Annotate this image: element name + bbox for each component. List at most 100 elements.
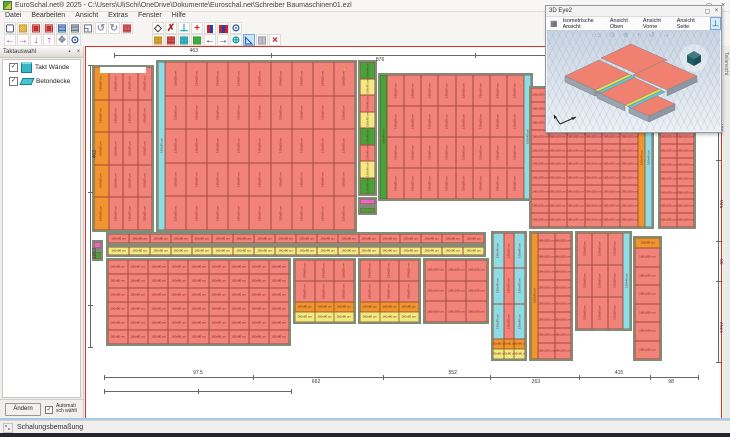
formwork-panel[interactable]: 150x50 cm xyxy=(387,75,404,106)
filler-strip-green[interactable]: 160x40 cm xyxy=(380,75,387,199)
takt-item-1[interactable]: ✓Takt Wände xyxy=(3,60,80,74)
formwork-panel[interactable]: 150x50 cm xyxy=(207,163,228,197)
formwork-panel[interactable]: 160x80 cm xyxy=(233,234,254,243)
formwork-panel[interactable]: 150x50 cm xyxy=(334,281,354,302)
formwork-panel[interactable]: 150x50 cm xyxy=(138,197,153,230)
formwork-panel[interactable]: 160x80 cm xyxy=(94,165,109,198)
formwork-panel[interactable]: 150x50 cm xyxy=(504,268,515,303)
formwork-panel[interactable]: 160x80 cm xyxy=(168,302,188,316)
formwork-panel[interactable]: 160x160 cm xyxy=(602,199,620,213)
formwork-panel[interactable]: 160x80 cm xyxy=(275,247,296,255)
formwork-panel[interactable]: 150x50 cm xyxy=(249,163,270,197)
formwork-panel[interactable]: 150x50 cm xyxy=(123,165,138,198)
formwork-panel[interactable]: 160x160 cm xyxy=(620,157,638,171)
formwork-panel[interactable]: 160x80 cm xyxy=(399,302,419,312)
formwork-panel[interactable]: 160x160 cm xyxy=(567,185,585,199)
formwork-panel[interactable]: 160x80 cm xyxy=(148,260,168,274)
formwork-panel[interactable]: 150x50 cm xyxy=(380,281,400,302)
formwork-panel[interactable]: 160x160 cm xyxy=(660,144,677,158)
formwork-panel[interactable]: 160x80 cm xyxy=(514,339,525,349)
formwork-panel[interactable]: 160x80 cm xyxy=(108,260,128,274)
formwork-panel[interactable]: 160x80 cm xyxy=(442,234,463,243)
formwork-panel[interactable]: 160x160 cm xyxy=(660,158,677,172)
formwork-panel[interactable]: 150x50 cm xyxy=(577,297,592,329)
formwork-panel[interactable]: 160x160 cm xyxy=(538,249,555,265)
formwork-panel[interactable]: 160x160 cm xyxy=(677,186,694,200)
formwork-panel[interactable]: 160x80 cm xyxy=(150,234,171,243)
formwork-panel[interactable]: 160x80 cm xyxy=(493,349,504,359)
formwork-panel[interactable]: 160x80 cm xyxy=(128,274,148,288)
formwork-panel[interactable]: 160x40 cm xyxy=(360,112,375,129)
3d-layers-icon[interactable]: ▦ xyxy=(121,22,133,34)
menu-extras[interactable]: Extras xyxy=(103,12,133,21)
formwork-panel[interactable]: 160x80 cm xyxy=(229,330,249,344)
formwork-panel[interactable]: 160x80 cm xyxy=(380,234,401,243)
3d-eye-maximize-button[interactable]: ▢ xyxy=(703,8,712,15)
formwork-panel[interactable]: 160x80 cm xyxy=(493,339,504,349)
formwork-panel[interactable]: 160x160 cm xyxy=(555,328,572,344)
formwork-panel[interactable]: 160x160 cm xyxy=(660,199,677,213)
formwork-panel[interactable]: 160x160 cm xyxy=(531,199,549,213)
formwork-panel[interactable]: 160x40 cm xyxy=(360,161,375,178)
formwork-panel[interactable]: 160x160 cm xyxy=(555,249,572,265)
formwork-panel[interactable]: 150x50 cm xyxy=(313,163,334,197)
viewports-icon[interactable]: ▦ xyxy=(550,19,558,28)
formwork-panel[interactable]: 160x80 cm xyxy=(188,260,208,274)
formwork-panel[interactable]: 150x50 cm xyxy=(109,197,124,230)
view-link-3[interactable]: Ansicht Vorne xyxy=(643,18,671,30)
formwork-panel[interactable]: 150x50 cm xyxy=(473,106,490,137)
formwork-panel[interactable]: 160x40 cm xyxy=(360,178,375,195)
formwork-panel[interactable]: 150x50 cm xyxy=(438,75,455,106)
formwork-panel[interactable]: 150x50 cm xyxy=(249,96,270,130)
formwork-panel[interactable]: 160x160 cm xyxy=(531,213,549,227)
save-icon[interactable]: ▣ xyxy=(30,22,42,34)
filler-strip-cyan[interactable]: 160x40 cm xyxy=(158,62,165,230)
formwork-panel[interactable]: 160x160 cm xyxy=(677,158,694,172)
formwork-panel[interactable]: 160x160 cm xyxy=(585,213,603,227)
formwork-panel[interactable]: 150x50 cm xyxy=(186,163,207,197)
delete-icon[interactable]: × xyxy=(269,34,281,46)
formwork-panel[interactable]: 160x80 cm xyxy=(188,316,208,330)
formwork-panel[interactable]: 150x50 cm xyxy=(109,165,124,198)
formwork-panel[interactable]: 150x50 cm xyxy=(380,260,400,281)
field-magenta-1[interactable] xyxy=(358,197,377,206)
formwork-panel[interactable]: 160x80 cm xyxy=(209,330,229,344)
formwork-panel[interactable] xyxy=(360,208,375,213)
formwork-panel[interactable]: 160x160 cm xyxy=(620,199,638,213)
formwork-panel[interactable]: 150x50 cm xyxy=(577,233,592,265)
field-s4[interactable]: 150x40 cm150x50 cm150x40 cm150x40 cm150x… xyxy=(491,231,527,361)
formwork-panel[interactable]: 160x80 cm xyxy=(400,247,421,255)
formwork-panel[interactable]: 160x80 cm xyxy=(192,247,213,255)
formwork-panel[interactable]: 150x50 cm xyxy=(404,137,421,168)
formwork-panel[interactable]: 160x80 cm xyxy=(421,234,442,243)
menu-fenster[interactable]: Fenster xyxy=(133,12,167,21)
formwork-panel[interactable]: 160x80 cm xyxy=(108,247,129,255)
formwork-panel[interactable]: 150x50 cm xyxy=(399,281,419,302)
formwork-panel[interactable]: 160x80 cm xyxy=(249,330,269,344)
formwork-panel[interactable]: 160x80 cm xyxy=(168,316,188,330)
formwork-panel[interactable]: 160x160 cm xyxy=(555,312,572,328)
view-link-2[interactable]: Ansicht Oben xyxy=(610,18,637,30)
field-green-1[interactable] xyxy=(358,206,377,215)
formwork-panel[interactable]: 150x50 cm xyxy=(313,196,334,230)
tools-icon[interactable]: ✗ xyxy=(165,22,177,34)
formwork-panel[interactable]: 160x80 cm xyxy=(229,288,249,302)
formwork-panel[interactable]: 160x80 cm xyxy=(269,302,289,316)
formwork-panel[interactable]: 150x50 cm xyxy=(249,62,270,96)
formwork-panel[interactable]: 150x50 cm xyxy=(421,75,438,106)
formwork-panel[interactable]: 150x50 cm xyxy=(456,106,473,137)
polygon-tool-icon[interactable]: ◇ xyxy=(152,22,164,34)
formwork-panel[interactable]: 150x50 cm xyxy=(186,129,207,163)
formwork-panel[interactable]: 160x80 cm xyxy=(128,260,148,274)
formwork-panel[interactable]: 160x80 cm xyxy=(209,302,229,316)
formwork-panel[interactable]: 160x80 cm xyxy=(108,316,128,330)
formwork-panel[interactable]: 160x80 cm xyxy=(150,247,171,255)
field-s3[interactable]: 160x160 cm160x160 cm160x160 cm160x160 cm… xyxy=(423,258,489,324)
formwork-panel[interactable]: 150x50 cm xyxy=(271,196,292,230)
formwork-panel[interactable]: 160x160 cm xyxy=(567,213,585,227)
formwork-panel[interactable]: 150x50 cm xyxy=(123,197,138,230)
field-row-salmon[interactable]: 160x80 cm160x80 cm160x80 cm160x80 cm160x… xyxy=(106,232,486,245)
formwork-panel[interactable]: 160x80 cm xyxy=(269,274,289,288)
formwork-panel[interactable]: 160x80 cm xyxy=(254,247,275,255)
3d-viewport[interactable]: ▭ ⊙ ⊕ + ↺ ↔ xyxy=(547,30,720,131)
